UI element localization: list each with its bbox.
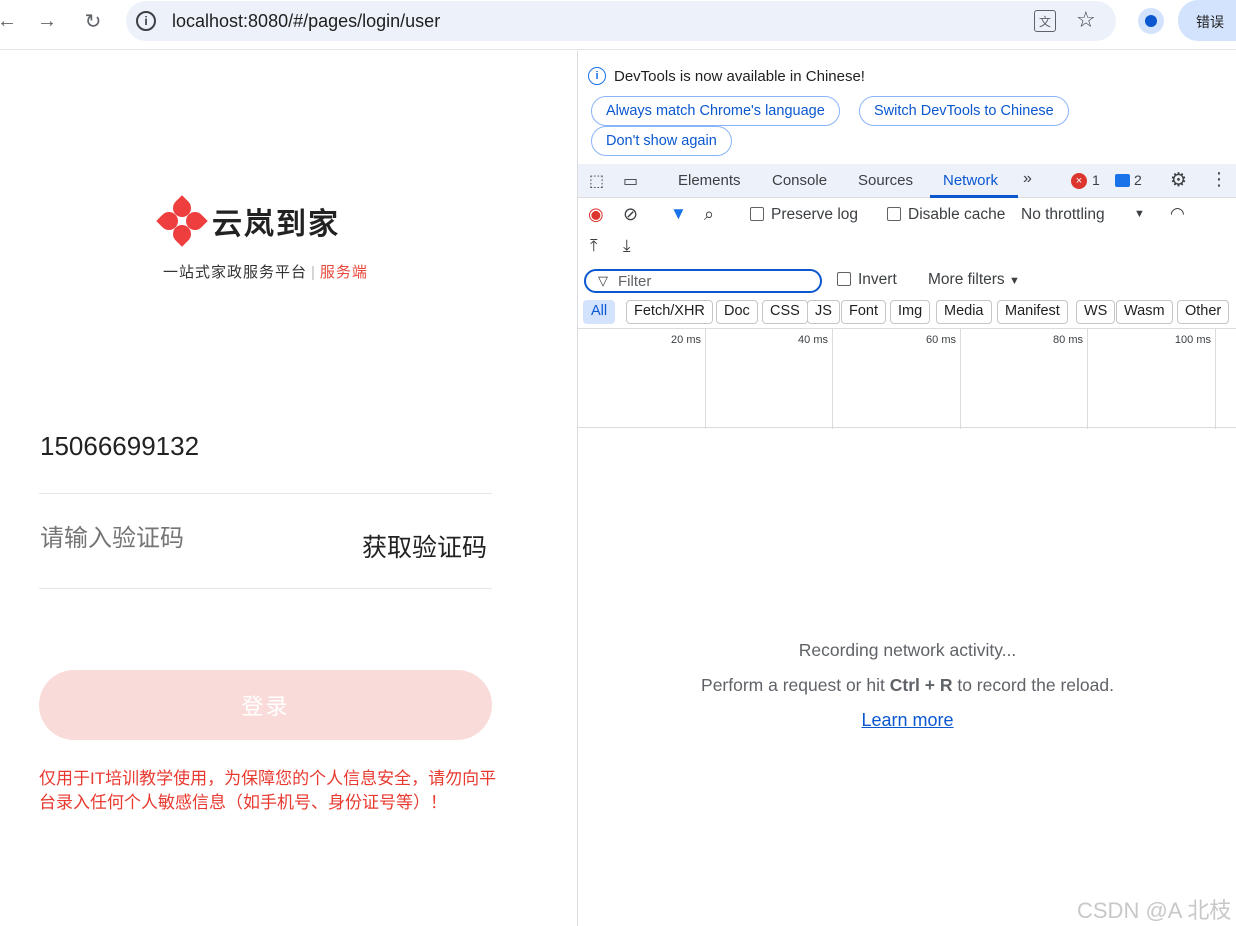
tab-sources[interactable]: Sources bbox=[858, 172, 913, 189]
dont-show-again-button[interactable]: Don't show again bbox=[591, 126, 732, 156]
switch-to-chinese-button[interactable]: Switch DevTools to Chinese bbox=[859, 96, 1069, 126]
chip-img[interactable]: Img bbox=[890, 300, 931, 324]
site-info-icon[interactable]: i bbox=[136, 11, 156, 31]
export-har-icon[interactable]: ⤓ bbox=[623, 236, 631, 256]
chip-all[interactable]: All bbox=[583, 300, 616, 324]
more-filters-label: More filters bbox=[928, 271, 1005, 288]
invert-checkbox[interactable]: Invert bbox=[837, 271, 897, 289]
chip-ws[interactable]: WS bbox=[1076, 300, 1116, 324]
back-icon[interactable]: ← bbox=[0, 6, 22, 36]
login-button[interactable]: 登录 bbox=[39, 670, 492, 740]
timeline-tick: 60 ms bbox=[833, 329, 961, 429]
disable-cache-checkbox[interactable]: Disable cache bbox=[887, 206, 1005, 224]
privacy-warning: 仅用于IT培训教学使用，为保障您的个人信息安全，请勿向平台录入任何个人敏感信息（… bbox=[39, 769, 497, 812]
tab-console[interactable]: Console bbox=[772, 172, 827, 189]
translate-icon[interactable]: 文 bbox=[1034, 10, 1056, 32]
chip-css[interactable]: CSS bbox=[762, 300, 808, 324]
network-conditions-icon[interactable]: ◠ bbox=[1170, 204, 1185, 224]
timeline-tick: 100 ms bbox=[1088, 329, 1216, 429]
network-timeline-overview[interactable]: 20 ms 40 ms 60 ms 80 ms 100 ms bbox=[578, 328, 1236, 429]
info-icon: i bbox=[588, 67, 606, 85]
tab-elements[interactable]: Elements bbox=[678, 172, 741, 189]
brand-name: 云岚到家 bbox=[212, 207, 340, 242]
disable-cache-label: Disable cache bbox=[908, 206, 1006, 223]
device-toolbar-icon[interactable]: ▭ bbox=[623, 171, 638, 191]
error-button[interactable]: 错误 bbox=[1178, 0, 1236, 41]
import-har-icon[interactable]: ⤒ bbox=[590, 236, 598, 256]
forward-icon[interactable]: → bbox=[32, 6, 62, 36]
browser-toolbar: ← → ↻ i localhost:8080/#/pages/login/use… bbox=[0, 0, 1236, 50]
message-count[interactable]: 2 bbox=[1134, 172, 1142, 188]
more-filters-button[interactable]: More filters ▼ bbox=[928, 271, 1020, 289]
tagline-separator: | bbox=[311, 264, 316, 281]
bookmark-star-icon[interactable]: ☆ bbox=[1076, 7, 1096, 33]
divider bbox=[39, 493, 492, 494]
record-stop-icon[interactable]: ◉ bbox=[588, 204, 604, 225]
chip-other[interactable]: Other bbox=[1177, 300, 1230, 324]
devtools-panel: i DevTools is now available in Chinese! … bbox=[577, 51, 1236, 926]
chip-js[interactable]: JS bbox=[807, 300, 840, 324]
chip-doc[interactable]: Doc bbox=[716, 300, 758, 324]
reload-icon[interactable]: ↻ bbox=[78, 6, 108, 36]
recording-status: Recording network activity... bbox=[798, 640, 1017, 660]
search-icon[interactable]: ⌕ bbox=[704, 204, 714, 225]
infobar-text: DevTools is now available in Chinese! bbox=[614, 67, 865, 85]
chip-font[interactable]: Font bbox=[841, 300, 887, 324]
chip-wasm[interactable]: Wasm bbox=[1116, 300, 1173, 324]
preserve-log-label: Preserve log bbox=[771, 206, 859, 223]
filter-icon: ▽ bbox=[598, 273, 608, 288]
inspect-element-icon[interactable]: ⬚ bbox=[589, 171, 604, 191]
verification-code-input[interactable] bbox=[40, 525, 340, 553]
filter-placeholder: Filter bbox=[618, 273, 652, 290]
timeline-tick: 20 ms bbox=[578, 329, 706, 429]
chevron-down-icon: ▼ bbox=[1008, 275, 1020, 287]
active-tab-indicator bbox=[930, 195, 1018, 198]
more-tabs-icon[interactable]: » bbox=[1023, 170, 1032, 188]
timeline-tick: 40 ms bbox=[706, 329, 833, 429]
record-hint: Perform a request or hit Ctrl + R to rec… bbox=[701, 675, 1114, 695]
throttling-select[interactable]: No throttling bbox=[1021, 206, 1105, 224]
login-page: 云岚到家 一站式家政服务平台|服务端 15066699132 获取验证码 登录 … bbox=[0, 51, 577, 926]
filter-input[interactable]: ▽ Filter bbox=[584, 269, 822, 293]
address-bar[interactable]: i localhost:8080/#/pages/login/user 文 ☆ bbox=[126, 1, 1116, 41]
error-badge-icon[interactable]: × bbox=[1071, 173, 1087, 189]
chevron-down-icon[interactable]: ▼ bbox=[1134, 208, 1145, 220]
chip-fetch-xhr[interactable]: Fetch/XHR bbox=[626, 300, 713, 324]
preserve-log-checkbox[interactable]: Preserve log bbox=[750, 206, 858, 224]
tagline-main: 一站式家政服务平台 bbox=[163, 264, 308, 281]
more-options-icon[interactable]: ⋮ bbox=[1210, 169, 1228, 190]
logo-mark-icon bbox=[156, 195, 208, 247]
url-text[interactable]: localhost:8080/#/pages/login/user bbox=[172, 11, 440, 32]
tagline-sub: 服务端 bbox=[319, 264, 368, 281]
divider bbox=[39, 588, 492, 589]
settings-gear-icon[interactable]: ⚙ bbox=[1170, 169, 1187, 192]
message-badge-icon[interactable] bbox=[1115, 174, 1130, 187]
devtools-tabbar: ⬚ ▭ Elements Console Sources Network » ×… bbox=[578, 164, 1236, 198]
filter-funnel-icon[interactable]: ▼ bbox=[670, 204, 687, 224]
tab-network[interactable]: Network bbox=[943, 172, 998, 189]
invert-label: Invert bbox=[858, 271, 897, 288]
profile-avatar[interactable] bbox=[1138, 8, 1164, 34]
learn-more-link[interactable]: Learn more bbox=[578, 710, 1236, 731]
error-count[interactable]: 1 bbox=[1092, 172, 1100, 188]
brand-logo: 云岚到家 bbox=[156, 195, 340, 247]
chip-manifest[interactable]: Manifest bbox=[997, 300, 1068, 324]
timeline-tick: 80 ms bbox=[961, 329, 1088, 429]
phone-field[interactable]: 15066699132 bbox=[40, 431, 199, 462]
tagline: 一站式家政服务平台 | 服务端 bbox=[163, 261, 368, 282]
clear-icon[interactable]: ⊘ bbox=[623, 204, 638, 225]
always-match-language-button[interactable]: Always match Chrome's language bbox=[591, 96, 840, 126]
get-code-button[interactable]: 获取验证码 bbox=[362, 528, 487, 564]
language-infobar: i DevTools is now available in Chinese! bbox=[588, 67, 865, 85]
chip-media[interactable]: Media bbox=[936, 300, 992, 324]
watermark: CSDN @A 北枝 bbox=[1077, 898, 1232, 923]
